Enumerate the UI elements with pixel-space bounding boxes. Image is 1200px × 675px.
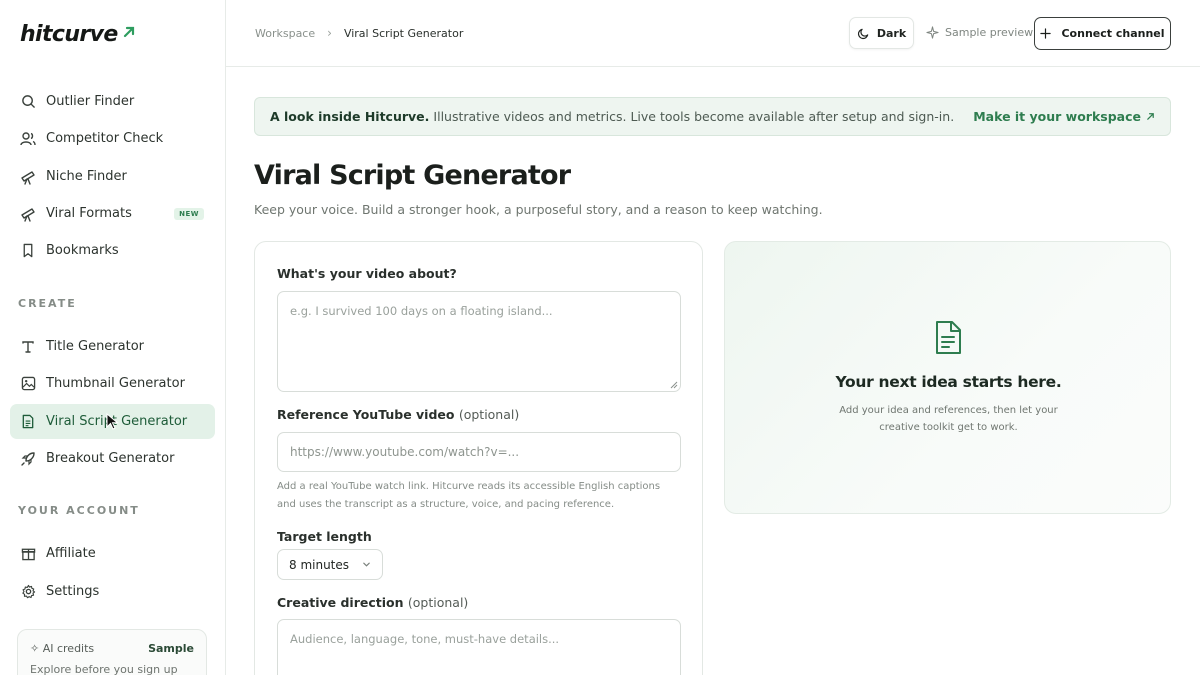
reference-label-text: Reference YouTube video	[277, 407, 455, 422]
sidebar-item-label: Viral Formats	[46, 206, 132, 221]
chevron-right-icon: ›	[327, 26, 332, 40]
sidebar-item-breakout-generator[interactable]: Breakout Generator	[10, 441, 215, 476]
sidebar-item-niche-finder[interactable]: Niche Finder	[10, 159, 215, 194]
about-placeholder: e.g. I survived 100 days on a floating i…	[290, 304, 553, 318]
direction-label: Creative direction (optional)	[277, 595, 468, 610]
credits-sample-label: Sample	[148, 642, 194, 655]
reference-placeholder: https://www.youtube.com/watch?v=...	[290, 445, 520, 459]
image-icon	[20, 376, 36, 392]
connect-channel-button[interactable]: Connect channel	[1034, 17, 1171, 50]
logo-text: hitcurve	[20, 22, 118, 47]
direction-placeholder: Audience, language, tone, must-have deta…	[290, 632, 560, 646]
sidebar-item-label: Outlier Finder	[46, 94, 135, 109]
target-length-value: 8 minutes	[289, 557, 350, 572]
resize-handle-icon[interactable]	[670, 381, 678, 389]
ai-credits-card: ✧ AI credits Sample Explore before you s…	[17, 629, 207, 675]
sample-preview-label: Sample preview	[945, 26, 1034, 39]
arrow-up-right-icon	[1146, 112, 1155, 121]
make-workspace-label: Make it your workspace	[973, 109, 1141, 124]
reference-url-input[interactable]: https://www.youtube.com/watch?v=...	[277, 432, 681, 472]
sidebar-item-viral-formats[interactable]: Viral Formats NEW	[10, 196, 215, 231]
script-form-card: What's your video about? e.g. I survived…	[254, 241, 703, 675]
length-label: Target length	[277, 529, 372, 544]
sparkle-icon	[926, 26, 939, 39]
gift-icon	[20, 546, 36, 562]
sidebar-item-label: Thumbnail Generator	[46, 376, 185, 391]
sample-preview-indicator: Sample preview	[926, 26, 1033, 39]
telescope-icon	[20, 169, 36, 185]
breadcrumb-workspace[interactable]: Workspace	[255, 27, 315, 40]
sidebar-item-label: Competitor Check	[46, 131, 164, 146]
dark-mode-button[interactable]: Dark	[849, 17, 914, 49]
new-badge: NEW	[174, 207, 204, 220]
about-label: What's your video about?	[277, 266, 457, 281]
connect-channel-label: Connect channel	[1061, 27, 1165, 40]
banner-text: Illustrative videos and metrics. Live to…	[433, 109, 955, 124]
sidebar-item-label: Breakout Generator	[46, 451, 175, 466]
reference-label: Reference YouTube video (optional)	[277, 407, 519, 422]
sidebar: hitcurve Outlier Finder Competitor Check…	[0, 0, 226, 675]
empty-state-card: Your next idea starts here. Add your ide…	[724, 241, 1171, 514]
search-icon	[20, 94, 36, 110]
sidebar-item-competitor-check[interactable]: Competitor Check	[10, 121, 215, 156]
direction-textarea[interactable]: Audience, language, tone, must-have deta…	[277, 619, 681, 675]
sidebar-item-thumbnail-generator[interactable]: Thumbnail Generator	[10, 366, 215, 401]
file-text-icon	[20, 414, 36, 430]
bookmark-icon	[20, 243, 36, 259]
sidebar-item-label: Title Generator	[46, 339, 145, 354]
credits-title: ✧ AI credits	[30, 642, 95, 655]
logo[interactable]: hitcurve	[20, 22, 136, 47]
sidebar-item-outlier-finder[interactable]: Outlier Finder	[10, 84, 215, 119]
sidebar-item-title-generator[interactable]: Title Generator	[10, 329, 215, 364]
users-icon	[20, 131, 36, 147]
mouse-pointer-icon	[106, 413, 119, 430]
type-icon	[20, 339, 36, 355]
gear-icon	[20, 584, 36, 600]
breadcrumb: Workspace › Viral Script Generator	[255, 26, 463, 40]
direction-label-text: Creative direction	[277, 595, 404, 610]
sidebar-item-bookmarks[interactable]: Bookmarks	[10, 233, 215, 268]
make-workspace-link[interactable]: Make it your workspace	[973, 109, 1155, 124]
empty-state-text: Add your idea and references, then let y…	[839, 405, 1058, 433]
plus-icon	[1040, 28, 1052, 39]
sidebar-item-label: Bookmarks	[46, 243, 119, 258]
page-title: Viral Script Generator	[254, 160, 571, 191]
sample-banner: A look inside Hitcurve. Illustrative vid…	[254, 97, 1171, 136]
about-textarea[interactable]: e.g. I survived 100 days on a floating i…	[277, 291, 681, 392]
section-label-create: CREATE	[18, 297, 77, 310]
sidebar-item-label: Niche Finder	[46, 169, 127, 184]
banner-heading: A look inside Hitcurve.	[270, 109, 430, 124]
reference-optional: (optional)	[458, 407, 520, 422]
top-header: Workspace › Viral Script Generator Dark …	[226, 0, 1200, 67]
arrow-up-right-icon	[123, 26, 134, 37]
sidebar-item-affiliate[interactable]: Affiliate	[10, 536, 215, 571]
moon-icon	[857, 27, 870, 40]
chevron-down-icon	[363, 562, 370, 567]
target-length-select[interactable]: 8 minutes	[277, 549, 383, 580]
document-icon	[936, 321, 961, 354]
sidebar-item-label: Settings	[46, 584, 100, 599]
reference-help-text: Add a real YouTube watch link. Hitcurve …	[277, 481, 661, 510]
direction-optional: (optional)	[407, 595, 469, 610]
sidebar-item-settings[interactable]: Settings	[10, 574, 215, 609]
sidebar-item-label: Affiliate	[46, 546, 96, 561]
credits-subtitle: Explore before you sign up	[30, 663, 178, 675]
rocket-icon	[20, 451, 36, 467]
dark-mode-label: Dark	[876, 26, 907, 40]
page-subtitle: Keep your voice. Build a stronger hook, …	[254, 202, 823, 217]
section-label-account: YOUR ACCOUNT	[18, 504, 140, 517]
empty-state-title: Your next idea starts here.	[835, 373, 1062, 391]
breadcrumb-current: Viral Script Generator	[343, 26, 464, 40]
telescope-icon	[20, 206, 36, 222]
